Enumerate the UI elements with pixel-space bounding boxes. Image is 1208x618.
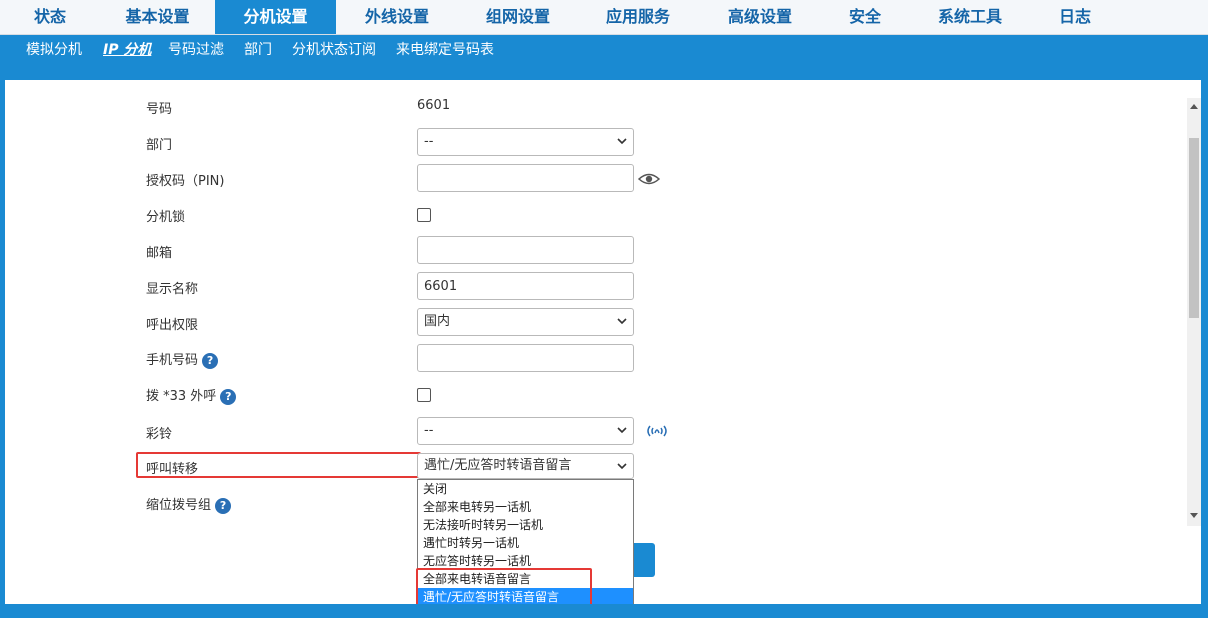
tab-extension-settings[interactable]: 分机设置	[215, 0, 336, 34]
ext-lock-label: 分机锁	[146, 210, 186, 225]
top-navigation: 状态 基本设置 分机设置 外线设置 组网设置 应用服务 高级设置 安全 系统工具…	[0, 0, 1208, 35]
dropdown-highlight	[416, 568, 592, 604]
save-button[interactable]	[633, 543, 655, 577]
dial33-checkbox[interactable]	[417, 388, 431, 402]
subtab-analog-extension[interactable]: 模拟分机	[26, 35, 82, 68]
ext-lock-checkbox[interactable]	[417, 208, 431, 222]
outbound-permission-value: 国内	[424, 314, 451, 329]
chevron-down-icon	[617, 138, 627, 145]
abbr-dial-group-label: 缩位拨号组	[146, 498, 212, 513]
dropdown-option[interactable]: 关闭	[418, 480, 633, 498]
tab-status[interactable]: 状态	[0, 0, 100, 34]
vertical-scrollbar[interactable]	[1187, 98, 1201, 526]
dropdown-option[interactable]: 无法接听时转另一话机	[418, 516, 633, 534]
tab-network-settings[interactable]: 组网设置	[458, 0, 578, 34]
number-label: 号码	[146, 102, 173, 117]
tab-app-services[interactable]: 应用服务	[578, 0, 698, 34]
tab-log[interactable]: 日志	[1032, 0, 1118, 34]
ringback-select[interactable]: --	[417, 417, 634, 445]
audio-icon[interactable]	[645, 424, 669, 438]
help-icon[interactable]: ?	[215, 497, 232, 514]
department-select-value: --	[424, 134, 434, 149]
pin-input[interactable]	[417, 164, 634, 192]
dropdown-option[interactable]: 全部来电转另一话机	[418, 498, 633, 516]
scrollbar-thumb[interactable]	[1189, 138, 1199, 318]
department-label: 部门	[146, 138, 173, 153]
chevron-down-icon	[617, 463, 627, 470]
abbr-dial-group-label-row: 缩位拨号组?	[146, 494, 232, 514]
department-select[interactable]: --	[417, 128, 634, 156]
eye-icon[interactable]	[638, 172, 660, 186]
dropdown-option[interactable]: 遇忙时转另一话机	[418, 534, 633, 552]
mobile-label-row: 手机号码?	[146, 349, 219, 369]
tab-security[interactable]: 安全	[822, 0, 908, 34]
sub-navigation: 模拟分机 IP 分机 号码过滤 部门 分机状态订阅 来电绑定号码表	[0, 35, 1208, 68]
display-name-label: 显示名称	[146, 282, 199, 297]
chevron-down-icon	[617, 427, 627, 434]
subtab-ip-extension[interactable]: IP 分机	[103, 35, 151, 68]
tab-trunk-settings[interactable]: 外线设置	[336, 0, 458, 34]
call-forward-label: 呼叫转移	[146, 462, 199, 477]
outbound-permission-label: 呼出权限	[146, 318, 199, 333]
tab-advanced-settings[interactable]: 高级设置	[698, 0, 822, 34]
tab-system-tools[interactable]: 系统工具	[908, 0, 1032, 34]
subtab-caller-binding-table[interactable]: 来电绑定号码表	[396, 35, 494, 68]
call-forward-select[interactable]: 遇忙/无应答时转语音留言	[417, 453, 634, 479]
display-name-input[interactable]	[417, 272, 634, 300]
pin-label: 授权码（PIN)	[146, 174, 225, 189]
dial33-label: 拨 *33 外呼	[146, 389, 217, 404]
help-icon[interactable]: ?	[202, 352, 219, 369]
subtab-extension-status-subscription[interactable]: 分机状态订阅	[292, 35, 376, 68]
tab-basic-settings[interactable]: 基本设置	[100, 0, 215, 34]
number-value: 6601	[417, 98, 451, 113]
mobile-input[interactable]	[417, 344, 634, 372]
mailbox-input[interactable]	[417, 236, 634, 264]
dial33-label-row: 拨 *33 外呼?	[146, 385, 237, 405]
ringback-select-value: --	[424, 423, 434, 438]
mailbox-label: 邮箱	[146, 246, 173, 261]
call-forward-select-value: 遇忙/无应答时转语音留言	[424, 458, 572, 473]
content-panel: 号码 6601 部门 -- 授权码（PIN) 分机锁 邮箱 显示名称 呼出权限 …	[5, 80, 1201, 604]
scroll-up-icon[interactable]	[1189, 102, 1199, 110]
subtab-department[interactable]: 部门	[244, 35, 272, 68]
subtab-number-filter[interactable]: 号码过滤	[168, 35, 224, 68]
mobile-label: 手机号码	[146, 353, 199, 368]
outbound-permission-select[interactable]: 国内	[417, 308, 634, 336]
help-icon[interactable]: ?	[220, 388, 237, 405]
ringback-label: 彩铃	[146, 427, 173, 442]
chevron-down-icon	[617, 318, 627, 325]
scroll-down-icon[interactable]	[1189, 512, 1199, 520]
